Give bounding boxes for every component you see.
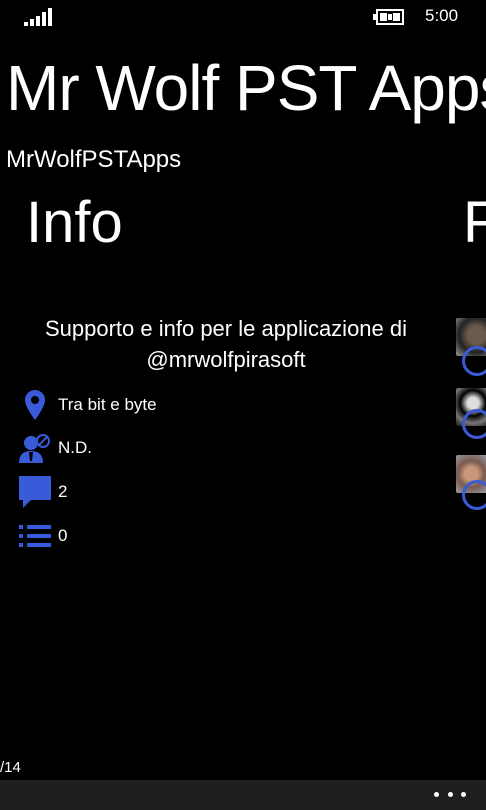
messages-row: 2 — [18, 475, 67, 509]
screen: 5:00 Mr Wolf PST Apps MrWolfPSTApps Info… — [0, 0, 486, 810]
clock: 5:00 — [425, 6, 459, 25]
messages-count: 2 — [58, 482, 68, 501]
pivot-tab-next[interactable]: F — [463, 194, 486, 252]
app-bar — [0, 780, 486, 810]
user-unknown-icon — [18, 431, 52, 465]
avatar-badge — [462, 409, 486, 439]
location-pin-icon — [18, 388, 52, 422]
gender-row: N.D. — [18, 431, 92, 465]
comment-icon — [18, 475, 52, 509]
page-indicator: /14 — [0, 759, 21, 776]
profile-description: Supporto e info per le applicazione di @… — [44, 316, 408, 372]
battery-charging-icon — [373, 9, 404, 25]
status-bar: 5:00 — [0, 0, 486, 34]
gender-text: N.D. — [58, 438, 92, 457]
avatar-badge — [462, 346, 486, 376]
more-options-icon[interactable] — [434, 784, 466, 804]
app-title: Mr Wolf PST Apps — [6, 52, 486, 124]
lists-row: 0 — [18, 519, 67, 553]
location-row: Tra bit e byte — [18, 388, 157, 422]
avatar-badge — [462, 480, 486, 510]
signal-strength-icon — [24, 8, 52, 26]
account-name: MrWolfPSTApps — [6, 146, 182, 173]
pivot-tab-info[interactable]: Info — [26, 194, 123, 252]
location-text: Tra bit e byte — [58, 395, 157, 414]
lists-count: 0 — [58, 526, 68, 545]
list-icon — [18, 519, 52, 553]
